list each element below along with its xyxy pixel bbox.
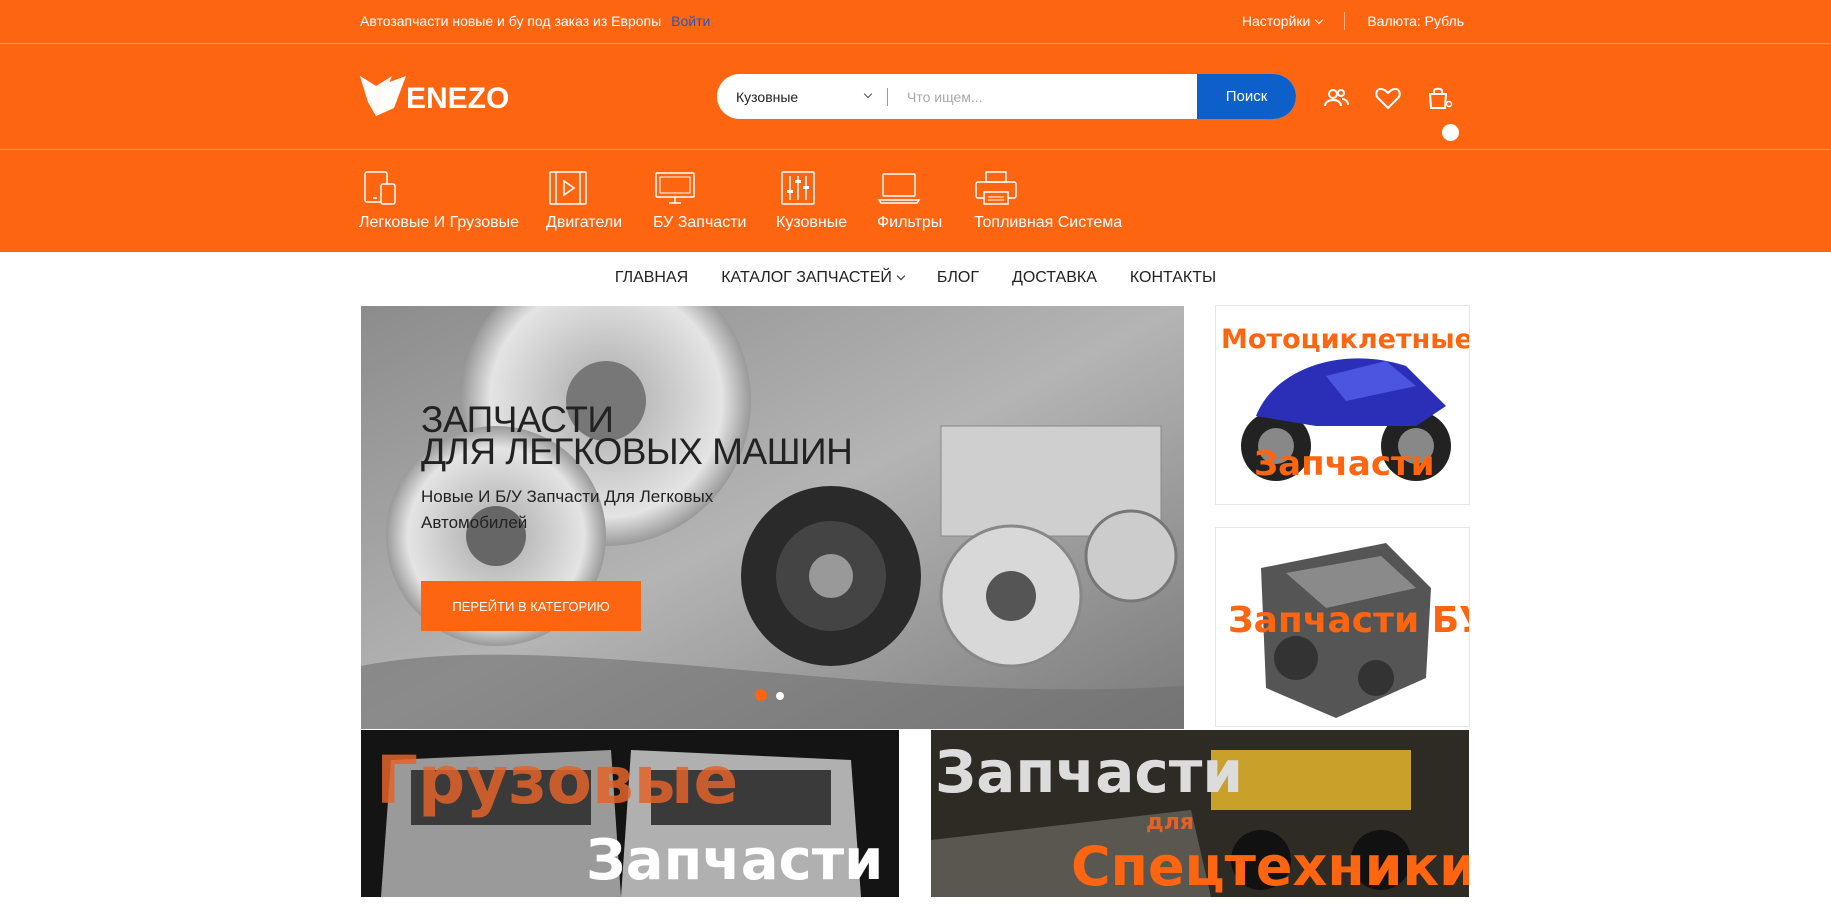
hero-slider[interactable]: ЗАПЧАСТИ ДЛЯ ЛЕГКОВЫХ МАШИН Новые И Б/У … [361, 306, 1184, 729]
nav-catalog[interactable]: КАТАЛОГ ЗАПЧАСТЕЙ [721, 269, 906, 287]
slider-dot[interactable] [776, 692, 784, 700]
header: ENEZO Кузовные Поиск [0, 44, 1831, 150]
search-bar: Кузовные Поиск [717, 74, 1296, 119]
search-button[interactable]: Поиск [1197, 74, 1296, 119]
used-banner-text: Запчасти БУ [1228, 600, 1470, 641]
search-category-select[interactable]: Кузовные [717, 74, 887, 119]
moto-banner-line1: Мотоциклетные [1221, 324, 1470, 355]
nav-home[interactable]: ГЛАВНАЯ [615, 269, 688, 287]
wishlist-icon[interactable] [1374, 84, 1402, 112]
used-parts-banner[interactable]: Запчасти БУ [1215, 527, 1470, 727]
top-bar-right: Насторйки Валюта: Рубль [1242, 12, 1464, 30]
nav-contacts[interactable]: КОНТАКТЫ [1130, 269, 1216, 287]
special-machinery-banner[interactable]: Запчасти для Спецтехники [931, 730, 1469, 897]
cart-icon[interactable] [1425, 84, 1453, 112]
sliders-icon [781, 171, 815, 205]
hero-subtitle: Новые И Б/У Запчасти Для Легковых Автомо… [421, 487, 714, 532]
truck-banner-line1: Грузовые [376, 742, 739, 819]
category-bar: Легковые И Грузовые Двигатели БУ Запчаст… [0, 150, 1831, 252]
special-banner-line1: Запчасти [935, 738, 1244, 806]
settings-label: Насторйки [1241, 13, 1311, 29]
category-item-filters[interactable]: Фильтры [877, 170, 942, 232]
currency-selector[interactable]: Валюта: Рубль [1367, 13, 1464, 29]
slider-dot-active[interactable] [755, 689, 767, 701]
category-item-fuel-system[interactable]: Топливная Система [974, 170, 1122, 232]
divider [1344, 12, 1346, 30]
chevron-down-icon [896, 271, 906, 281]
category-item-engines[interactable]: Двигатели [546, 170, 622, 232]
category-item-cars-trucks[interactable]: Легковые И Грузовые [359, 170, 519, 232]
category-item-used-parts[interactable]: БУ Запчасти [653, 170, 746, 232]
category-label: Легковые И Грузовые [359, 214, 520, 231]
logo[interactable]: ENEZO [360, 74, 510, 118]
moto-banner-line2: Запчасти [1254, 444, 1435, 484]
hero-title: ЗАПЧАСТИ ДЛЯ ЛЕГКОВЫХ МАШИН [421, 401, 853, 472]
category-label: Фильтры [877, 214, 943, 231]
chevron-down-icon [863, 89, 873, 99]
printer-icon [975, 171, 1017, 205]
hero-title-line2: ДЛЯ ЛЕГКОВЫХ МАШИН [421, 431, 853, 472]
logo-text: ENEZO [406, 82, 509, 115]
nav-catalog-label: КАТАЛОГ ЗАПЧАСТЕЙ [721, 269, 892, 286]
special-banner-line3: Спецтехники [1071, 835, 1469, 897]
account-icon[interactable] [1322, 84, 1350, 112]
search-category-value: Кузовные [736, 88, 799, 105]
settings-dropdown[interactable]: Насторйки [1241, 13, 1324, 29]
top-bar-left: Автозапчасти новые и бу под заказ из Евр… [360, 13, 710, 29]
truck-banner-line2: Запчасти [586, 828, 884, 893]
category-label: БУ Запчасти [653, 214, 747, 231]
nav-blog[interactable]: БЛОГ [937, 269, 979, 287]
devices-icon [364, 171, 396, 205]
main-nav: ГЛАВНАЯ КАТАЛОГ ЗАПЧАСТЕЙ БЛОГ ДОСТАВКА … [0, 252, 1831, 304]
chevron-down-icon [1315, 15, 1324, 25]
monitor-icon [655, 172, 695, 204]
category-label: Двигатели [546, 214, 623, 231]
nav-delivery[interactable]: ДОСТАВКА [1012, 269, 1097, 287]
category-item-body-parts[interactable]: Кузовные [776, 170, 847, 232]
special-banner-line2: для [1146, 810, 1195, 835]
truck-parts-banner[interactable]: Грузовые Запчасти [361, 730, 899, 897]
top-bar: Автозапчасти новые и бу под заказ из Евр… [0, 0, 1831, 44]
go-to-category-button[interactable]: ПЕРЕЙТИ В КАТЕГОРИЮ [421, 581, 641, 631]
moto-parts-banner[interactable]: Мотоциклетные Запчасти [1215, 305, 1470, 505]
search-input[interactable] [888, 74, 1197, 119]
login-link[interactable]: Войти [671, 13, 710, 29]
tagline: Автозапчасти новые и бу под заказ из Евр… [360, 13, 662, 29]
category-label: Кузовные [776, 214, 848, 231]
cart-badge [1442, 124, 1459, 141]
film-icon [549, 171, 587, 205]
category-label: Топливная Система [974, 214, 1123, 231]
laptop-icon [877, 173, 921, 204]
